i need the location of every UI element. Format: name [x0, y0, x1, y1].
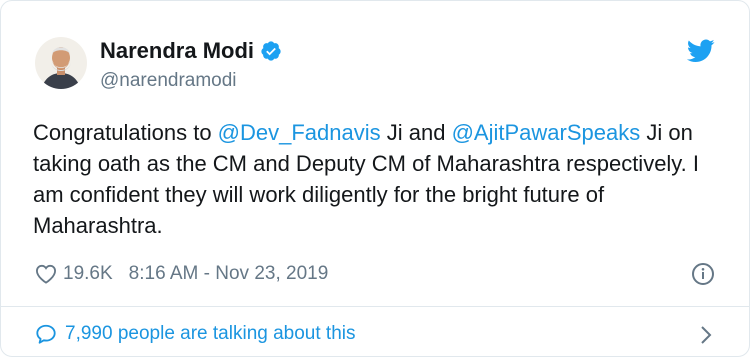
info-icon[interactable] — [691, 262, 715, 286]
tweet-meta: 19.6K 8:16 AM - Nov 23, 2019 — [35, 263, 328, 285]
avatar-portrait-icon — [35, 37, 87, 89]
tweet-timestamp[interactable]: 8:16 AM - Nov 23, 2019 — [129, 263, 329, 285]
verified-badge-icon — [260, 40, 282, 62]
tweet-text-part: Congratulations to — [33, 120, 218, 145]
mention-link-dev-fadnavis[interactable]: @Dev_Fadnavis — [218, 120, 381, 145]
author-handle[interactable]: @narendramodi — [100, 70, 237, 92]
tweet-text-part: Ji and — [380, 120, 452, 145]
like-count[interactable]: 19.6K — [63, 263, 113, 285]
mention-link-ajit-pawar[interactable]: @AjitPawarSpeaks — [452, 120, 641, 145]
divider — [1, 306, 749, 307]
speech-bubble-icon — [35, 323, 57, 345]
avatar[interactable] — [35, 37, 87, 89]
tweet-text: Congratulations to @Dev_Fadnavis Ji and … — [33, 117, 723, 241]
author-name-row[interactable]: Narendra Modi — [100, 38, 282, 64]
chevron-right-icon[interactable] — [699, 324, 713, 346]
author-name[interactable]: Narendra Modi — [100, 38, 254, 64]
talking-count-text[interactable]: 7,990 people are talking about this — [65, 323, 356, 345]
conversation-link[interactable]: 7,990 people are talking about this — [35, 323, 356, 345]
twitter-bird-icon[interactable] — [686, 39, 715, 63]
tweet-card: Narendra Modi @narendramodi Congratulati… — [0, 0, 750, 357]
heart-icon[interactable] — [35, 264, 57, 284]
